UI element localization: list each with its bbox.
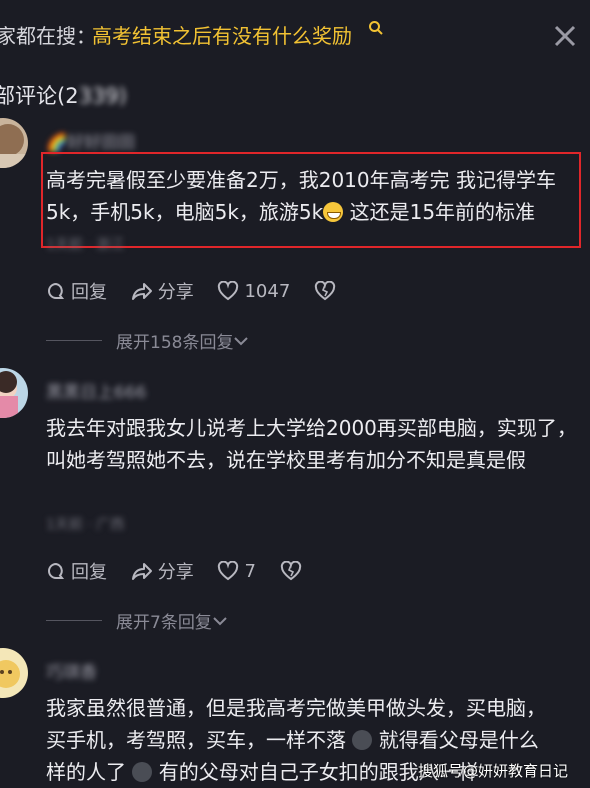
close-icon[interactable] [553, 24, 577, 48]
share-icon [131, 283, 152, 300]
grin-emoji-icon [323, 202, 344, 222]
search-prefix-label: 家都在搜： [0, 24, 96, 48]
share-button[interactable]: 分享 [131, 278, 194, 304]
reply-button[interactable]: 回复 [46, 278, 107, 304]
reply-icon [48, 562, 65, 579]
watermark: 搜狐号@妍妍教育日记 [418, 762, 569, 780]
broken-heart-icon [314, 281, 336, 301]
like-button[interactable]: 1047 [217, 281, 290, 302]
reply-label: 回复 [71, 562, 107, 583]
search-query-link[interactable]: 高考结束之后有没有什么奖励 [92, 20, 352, 49]
share-label: 分享 [157, 562, 194, 583]
heart-icon [218, 561, 239, 581]
emoji-icon [132, 762, 153, 782]
chevron-down-icon [213, 616, 227, 625]
heart-icon [218, 281, 239, 301]
comment-text-part: 样的人了 [46, 760, 133, 784]
like-count: 1047 [244, 280, 291, 302]
comments-count-rest: 339) [78, 84, 127, 108]
expand-label: 展开158条回复 [116, 333, 234, 353]
comment-actions: 回复 分享 1047 [46, 278, 359, 304]
username[interactable]: 🌈好好田田 [46, 128, 135, 153]
reply-icon [48, 282, 65, 299]
comments-count-first: 2 [65, 84, 79, 108]
like-count: 7 [244, 560, 256, 582]
divider [46, 340, 102, 341]
expand-replies-link[interactable]: 展开158条回复 [46, 328, 249, 353]
comment-meta: 1天前 · 浙江 [46, 237, 125, 253]
avatar[interactable] [0, 648, 28, 698]
comments-header-label: 部评论( [0, 84, 66, 108]
comment-text: 我去年对跟我女儿说考上大学给2000再买部电脑，实现了，叫她考驾照她不去，说在学… [46, 416, 577, 472]
expand-label: 展开7条回复 [116, 613, 212, 633]
broken-heart-icon [280, 561, 301, 581]
dislike-button[interactable] [314, 281, 341, 301]
avatar[interactable] [0, 118, 28, 168]
dislike-button[interactable] [280, 561, 307, 581]
share-label: 分享 [157, 282, 194, 303]
expand-replies-link[interactable]: 展开7条回复 [46, 608, 228, 633]
share-button[interactable]: 分享 [131, 558, 194, 584]
username[interactable]: 黑黑日上666 [46, 378, 146, 403]
comment-text-line: 我家虽然很普通，但是我高考完做美甲做头发，买电脑， [46, 696, 546, 720]
reply-button[interactable]: 回复 [46, 558, 107, 584]
comment-meta: 1天前 · 广西 [46, 517, 125, 533]
comment-text-part: 就得看父母是什么 [372, 728, 539, 752]
search-icon[interactable] [368, 20, 384, 36]
divider [46, 620, 102, 621]
comment-actions: 回复 分享 7 [46, 558, 325, 584]
comment-text: 高考完暑假至少要准备2万，我2010年高考完 我记得学车5k，手机5k，电脑5k… [46, 164, 586, 228]
username[interactable]: 巧琪香 [46, 658, 97, 683]
share-icon [131, 563, 152, 580]
comment-text-line: 买手机，考驾照，买车，一样不落 就得看父母是什么 [46, 724, 586, 756]
comment-text-tail: 这还是15年前的标准 [343, 200, 536, 224]
comment-text-part: 买手机，考驾照，买车，一样不落 [46, 728, 353, 752]
like-button[interactable]: 7 [217, 560, 256, 582]
reply-label: 回复 [71, 282, 107, 303]
chevron-down-icon [234, 336, 249, 345]
avatar[interactable] [0, 368, 28, 418]
emoji-icon [352, 730, 373, 750]
comments-count-header: 部评论(2339) [0, 80, 127, 110]
search-suggestion-bar[interactable]: 家都在搜： 高考结束之后有没有什么奖励 [0, 0, 590, 70]
